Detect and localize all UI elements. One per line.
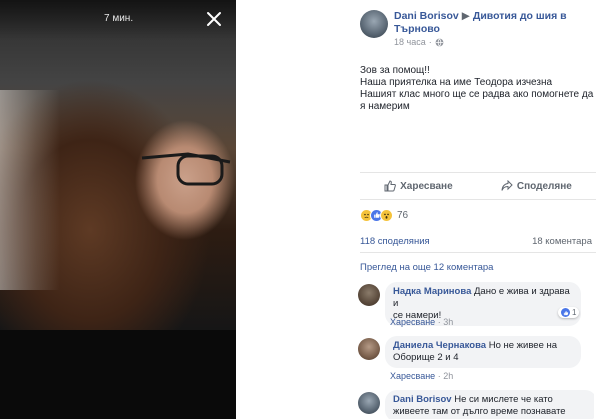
post-text-line: Наша приятелка на име Теодора изчезна — [360, 77, 553, 88]
comment-text: Оборище 2 и 4 — [393, 352, 459, 363]
commenter-avatar[interactable] — [358, 392, 380, 414]
comments-count[interactable]: 18 коментара — [532, 236, 592, 247]
post-meta: 18 часа · — [394, 37, 444, 47]
photo-viewer: 7 мин. — [0, 0, 236, 419]
divider — [360, 252, 596, 253]
comment-like-count: 1 — [572, 308, 577, 317]
post-time[interactable]: 18 часа — [394, 37, 426, 47]
share-label: Споделяне — [516, 180, 572, 192]
reactions-summary[interactable]: 76 — [360, 208, 408, 222]
dot-separator: · — [428, 37, 432, 47]
commenter-avatar[interactable] — [358, 338, 380, 360]
author-group-line: Dani Borisov ▶ Дивотия до шия в — [394, 10, 567, 23]
photo-background-detail — [0, 90, 60, 290]
group-name-line1[interactable]: Дивотия до шия в — [473, 10, 567, 22]
author-name[interactable]: Dani Borisov — [394, 10, 459, 22]
divider — [360, 199, 596, 200]
author-avatar[interactable] — [360, 10, 388, 38]
post-text-line: Зов за помощ!! — [360, 65, 430, 76]
comment-text: Но не живее на — [488, 340, 558, 351]
view-more-comments[interactable]: Преглед на още 12 коментара — [360, 262, 493, 273]
comment-actions: Харесване · 2h — [390, 371, 453, 381]
post-text-line: я намерим — [360, 101, 410, 112]
group-name-line2[interactable]: Търново — [394, 23, 440, 35]
like-button[interactable]: Харесване — [384, 180, 453, 192]
comment: Даниела Чернакова Но не живее на Оборище… — [358, 336, 594, 384]
comment-like-link[interactable]: Харесване — [390, 317, 435, 327]
share-button[interactable]: Споделяне — [501, 180, 572, 192]
comment: Dani Borisov Не си мислете че като живее… — [358, 390, 594, 419]
comment-time[interactable]: 3h — [443, 317, 453, 327]
comment-bubble: Даниела Чернакова Но не живее на Оборище… — [385, 336, 581, 368]
post-text-line: Нашият клас много ще се радва ако помогн… — [360, 89, 594, 100]
glasses-detail — [141, 152, 231, 186]
close-button[interactable] — [203, 8, 225, 30]
comment-text: Не си мислете че като — [454, 394, 553, 405]
comment-time[interactable]: 2h — [443, 371, 453, 381]
commenter-name[interactable]: Даниела Чернакова — [393, 340, 486, 351]
wow-reaction-icon — [380, 208, 393, 222]
close-icon — [207, 12, 221, 26]
commenter-name[interactable]: Надка Маринова — [393, 286, 471, 297]
post-header: Dani Borisov ▶ Дивотия до шия в Търново 18… — [360, 8, 596, 52]
divider — [360, 172, 596, 173]
arrow-right-icon: ▶ — [461, 10, 470, 22]
commenter-avatar[interactable] — [358, 284, 380, 306]
photo-bottom-area — [0, 330, 236, 419]
comment: Надка Маринова Дано е жива и здрава и се… — [358, 282, 594, 330]
reaction-count: 76 — [397, 209, 409, 221]
post-text: Зов за помощ!! Наша приятелка на име Тео… — [360, 65, 596, 113]
post-panel: Dani Borisov ▶ Дивотия до шия в Търново 18… — [348, 0, 600, 419]
share-arrow-icon — [501, 180, 513, 191]
comment-bubble: Dani Borisov Не си мислете че като живее… — [385, 390, 594, 419]
comment-like-link[interactable]: Харесване — [390, 371, 435, 381]
commenter-name[interactable]: Dani Borisov — [393, 394, 452, 405]
thumbs-up-icon — [384, 180, 396, 192]
story-time: 7 мин. — [104, 13, 134, 24]
post-actions: Харесване Споделяне — [360, 176, 596, 196]
comment-actions: Харесване · 3h — [390, 317, 453, 327]
comment-likes-badge[interactable]: 1 — [558, 307, 580, 318]
globe-icon — [435, 38, 444, 46]
like-label: Харесване — [400, 180, 453, 192]
like-reaction-icon — [561, 308, 570, 317]
shares-count[interactable]: 118 споделяния — [360, 236, 430, 247]
comment-text: живеете там от дълго време познавате — [393, 406, 566, 417]
